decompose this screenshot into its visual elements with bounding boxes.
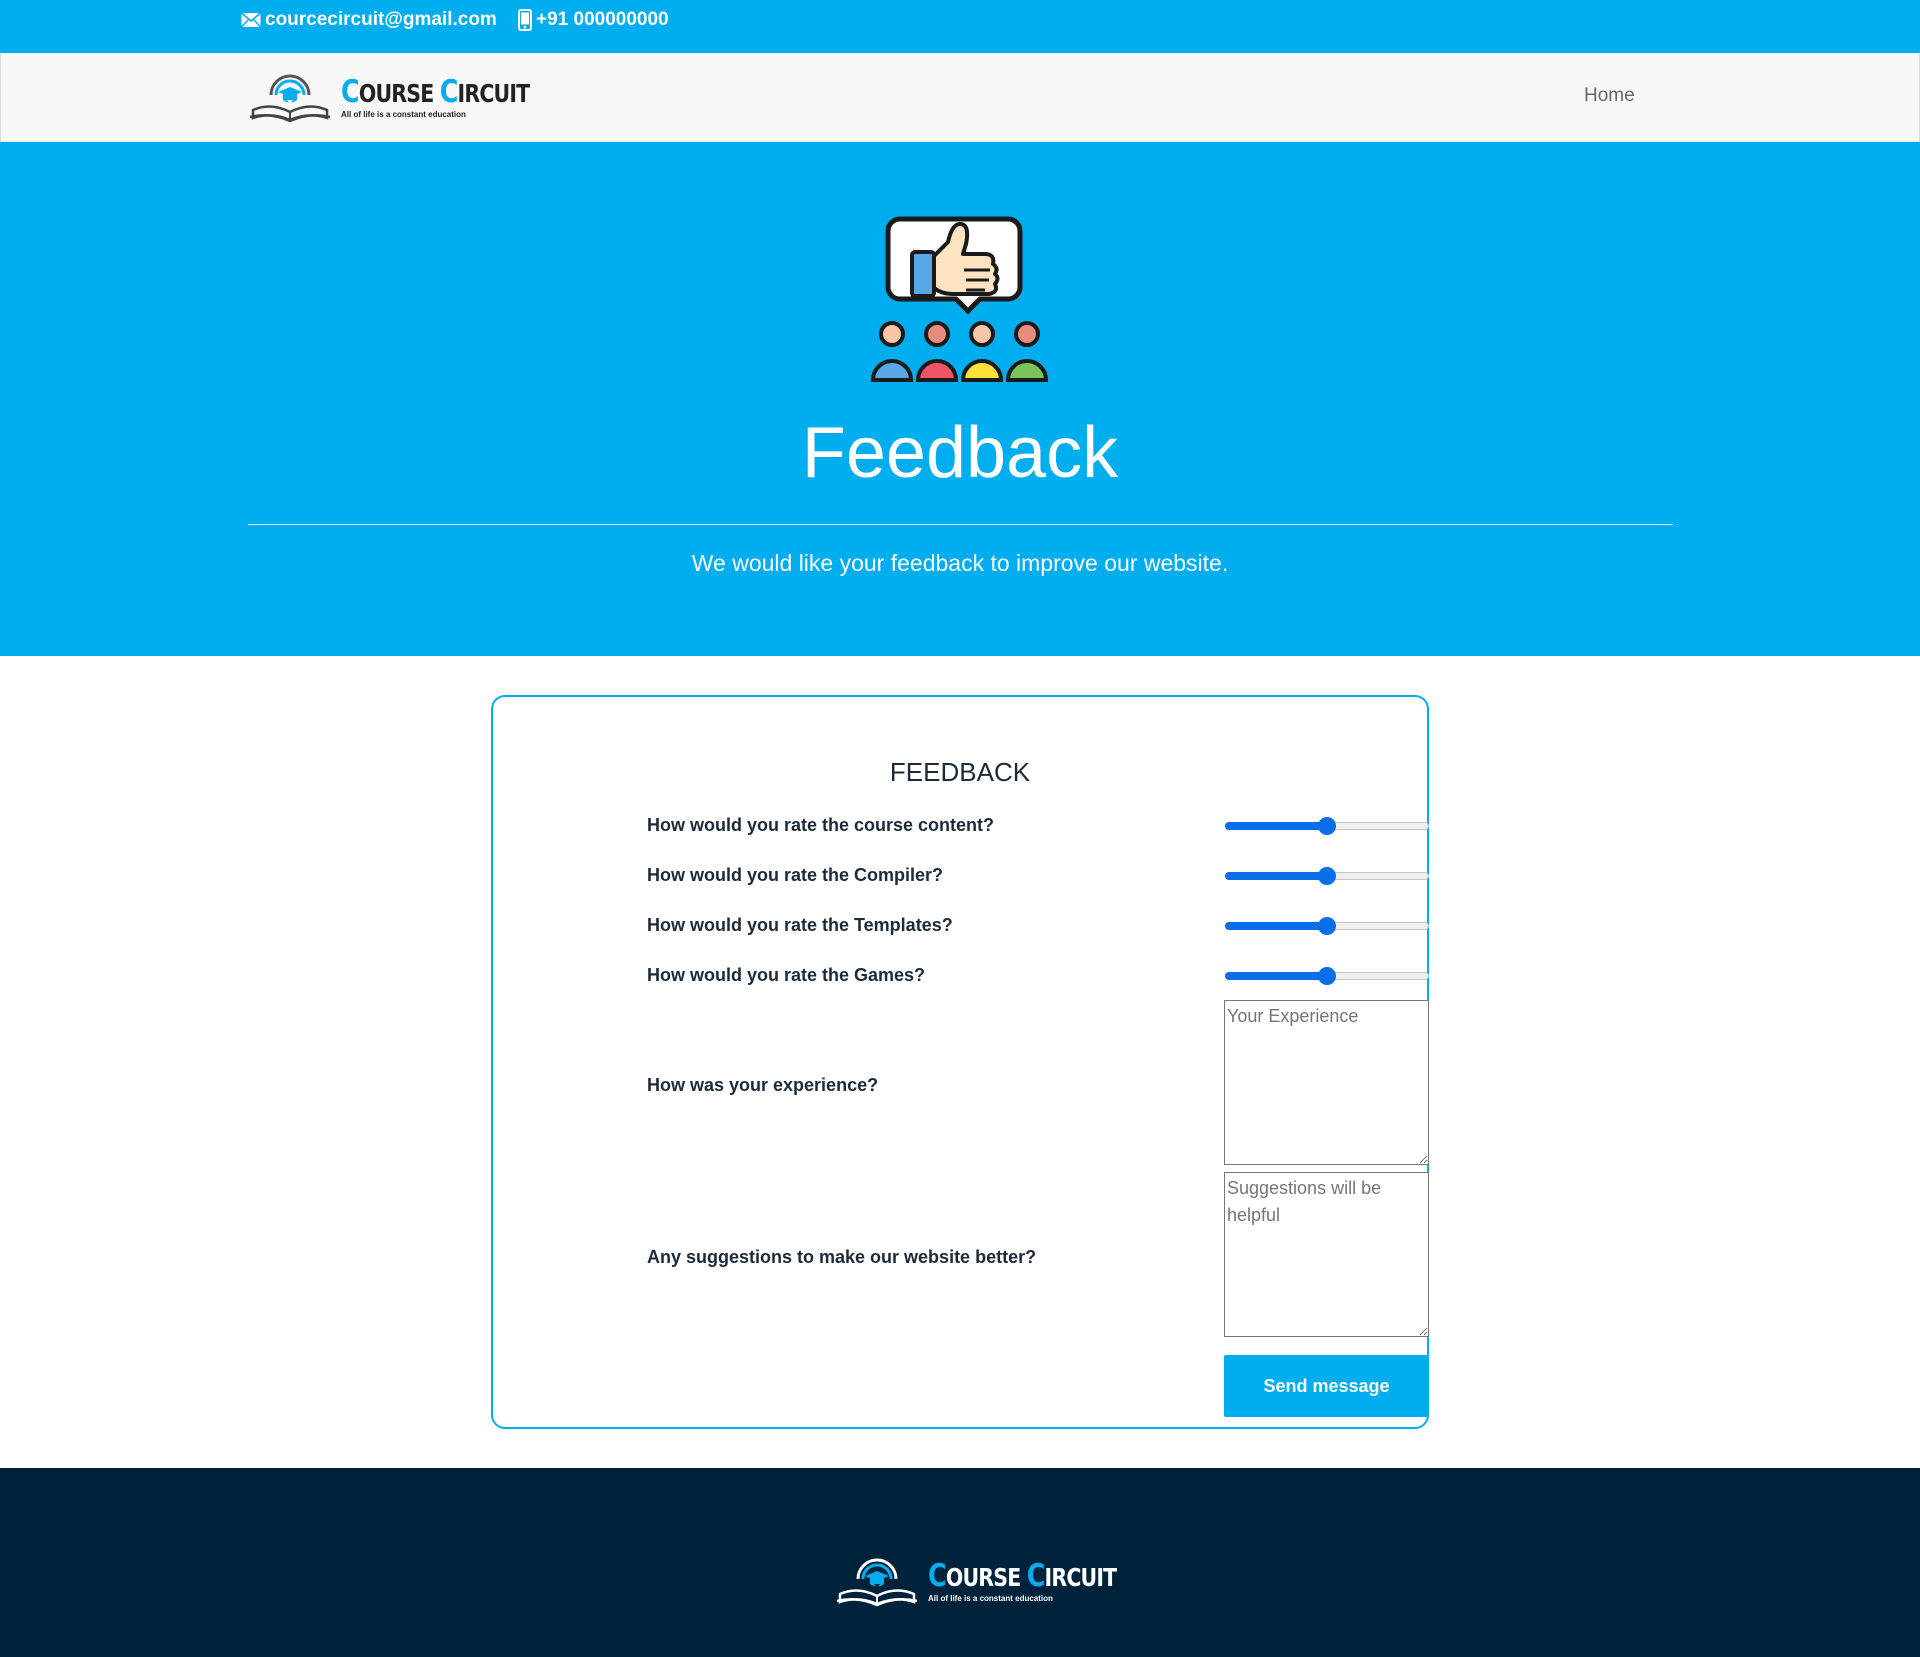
site-logo[interactable]: COURSE CIRCUIT All of life is a constant…	[247, 70, 571, 126]
contact-phone[interactable]: +91 000000000	[518, 0, 669, 40]
graduation-book-icon	[249, 74, 331, 123]
experience-label: How was your experience?	[647, 1075, 879, 1095]
rating-label: How would you rate the Games?	[647, 965, 926, 985]
footer-brand-tagline: All of life is a constant education	[928, 1594, 1053, 1603]
rating-label: How would you rate the Templates?	[647, 915, 953, 935]
suggestions-textarea[interactable]	[1224, 1172, 1429, 1337]
rating-label: How would you rate the course content?	[647, 815, 995, 835]
thumbs-up-audience-icon	[870, 216, 1049, 382]
slider-thumb[interactable]	[1318, 967, 1336, 985]
brand-tagline: All of life is a constant education	[341, 110, 466, 119]
footer-logo[interactable]: COURSE CIRCUIT All of life is a constant…	[834, 1554, 1158, 1610]
hero-subtitle: We would like your feedback to improve o…	[691, 550, 1229, 576]
brand-wordmark: COURSE CIRCUIT All of life is a constant…	[341, 74, 571, 120]
hero-banner: Feedback We would like your feedback to …	[0, 142, 1920, 656]
contact-email-text: courcecircuit@gmail.com	[265, 9, 497, 30]
suggestions-row: Any suggestions to make our website bett…	[647, 1172, 1429, 1337]
slider-thumb[interactable]	[1318, 867, 1336, 885]
slider-thumb[interactable]	[1318, 817, 1336, 835]
graduation-book-icon	[836, 1558, 918, 1607]
footer-brand-wordmark: COURSE CIRCUIT All of life is a constant…	[928, 1558, 1158, 1604]
envelope-icon	[241, 12, 261, 28]
contact-email[interactable]: courcecircuit@gmail.com	[241, 0, 497, 40]
experience-textarea[interactable]	[1224, 1000, 1429, 1165]
navbar: COURSE CIRCUIT All of life is a constant…	[0, 53, 1920, 142]
slider-thumb[interactable]	[1318, 917, 1336, 935]
footer: COURSE CIRCUIT All of life is a constant…	[0, 1468, 1920, 1657]
feedback-card: FEEDBACK How would you rate the course c…	[491, 695, 1429, 1429]
hero-title: Feedback	[801, 413, 1119, 493]
mobile-phone-icon	[518, 9, 532, 31]
nav-home-link[interactable]: Home	[1584, 85, 1635, 107]
experience-row: How was your experience?	[647, 1000, 1429, 1165]
send-message-button[interactable]: Send message	[1224, 1355, 1429, 1417]
form-title: FEEDBACK	[889, 757, 1031, 787]
brand-name: COURSE CIRCUIT	[341, 74, 530, 110]
rating-slider-templates[interactable]	[1225, 917, 1429, 935]
contact-phone-text: +91 000000000	[536, 9, 669, 30]
hero-divider	[248, 524, 1673, 525]
rating-slider-compiler[interactable]	[1225, 867, 1429, 885]
rating-label: How would you rate the Compiler?	[647, 865, 944, 885]
rating-slider-games[interactable]	[1225, 967, 1429, 985]
footer-brand-name: COURSE CIRCUIT	[928, 1558, 1117, 1594]
contact-bar: courcecircuit@gmail.com +91 000000000	[0, 0, 1920, 53]
submit-row: Send message	[647, 1355, 1429, 1417]
rating-slider-course-content[interactable]	[1225, 817, 1429, 835]
suggestions-label: Any suggestions to make our website bett…	[647, 1247, 1037, 1267]
